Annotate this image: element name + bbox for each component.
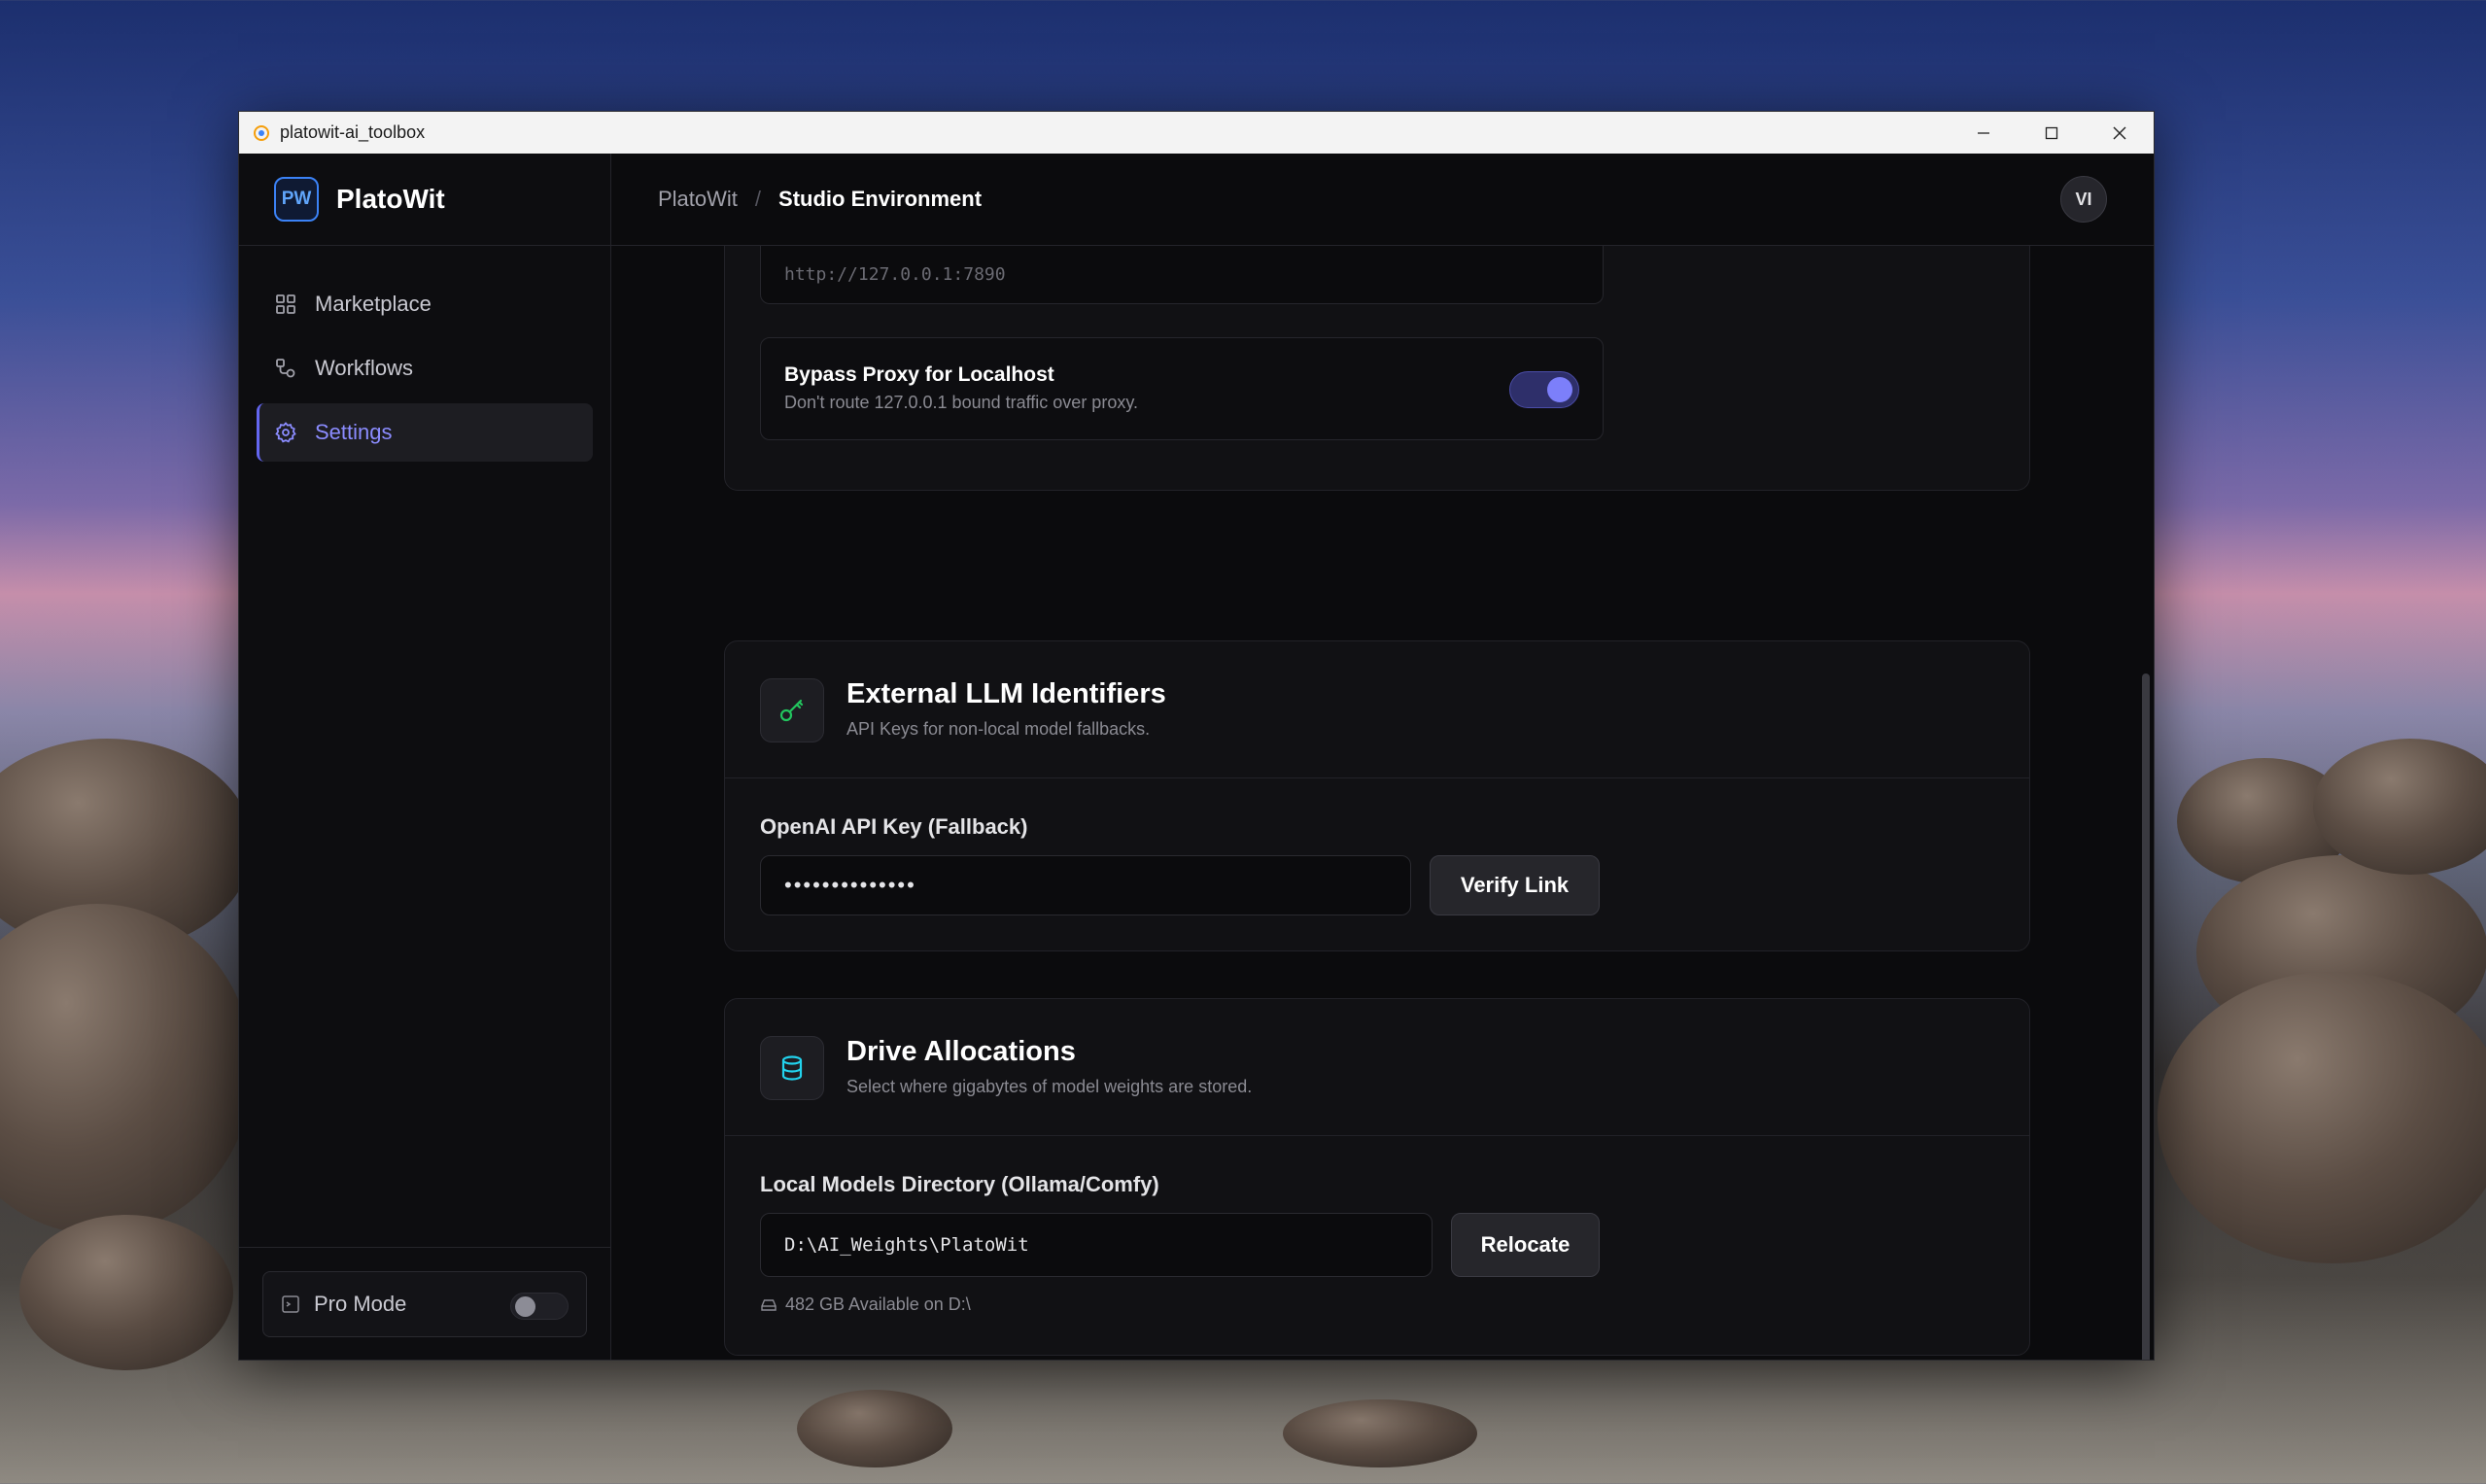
key-icon-box	[760, 678, 824, 742]
sidebar-item-settings[interactable]: Settings	[257, 403, 593, 462]
sidebar-item-workflows[interactable]: Workflows	[257, 339, 593, 397]
sidebar-item-label: Workflows	[315, 356, 414, 380]
verify-link-button[interactable]: Verify Link	[1430, 855, 1600, 915]
bypass-proxy-toggle[interactable]	[1509, 371, 1579, 408]
bypass-proxy-title: Bypass Proxy for Localhost	[784, 363, 1054, 386]
bypass-proxy-subtitle: Don't route 127.0.0.1 bound traffic over…	[784, 393, 1138, 412]
sidebar-footer: Pro Mode	[239, 1247, 610, 1360]
bypass-proxy-row: Bypass Proxy for Localhost Don't route 1…	[760, 337, 1604, 440]
toggle-knob	[515, 1296, 535, 1317]
available-space-text: 482 GB Available on D:\	[785, 1294, 971, 1314]
breadcrumb-separator: /	[754, 187, 762, 211]
sidebar-nav: Marketplace Workflows Settings	[239, 246, 610, 462]
brand: PW PlatoWit	[239, 154, 610, 246]
terminal-icon	[282, 1295, 299, 1313]
drive-card: Drive Allocations Select where gigabytes…	[724, 998, 2030, 1356]
proxy-card: http://127.0.0.1:7890 Bypass Proxy for L…	[724, 246, 2030, 491]
main-content: http://127.0.0.1:7890 Bypass Proxy for L…	[611, 246, 2154, 1360]
models-directory-input[interactable]: D:\AI_Weights\PlatoWit	[760, 1213, 1433, 1277]
maximize-icon	[2045, 126, 2058, 139]
models-directory-value: D:\AI_Weights\PlatoWit	[784, 1234, 1029, 1256]
brand-name: PlatoWit	[336, 184, 445, 214]
close-icon	[2113, 126, 2126, 139]
top-header: PlatoWit / Studio Environment VI	[611, 154, 2154, 246]
proxy-url-input[interactable]: http://127.0.0.1:7890	[760, 246, 1604, 304]
title-bar: platowit-ai_toolbox	[239, 112, 2154, 154]
api-key-masked-value: ••••••••••••••	[784, 873, 916, 897]
llm-card-subtitle: API Keys for non-local model fallbacks.	[846, 719, 1151, 739]
hard-drive-icon	[761, 1298, 777, 1311]
relocate-button[interactable]: Relocate	[1451, 1213, 1600, 1277]
sidebar-item-label: Marketplace	[315, 292, 432, 316]
scrollbar[interactable]	[2142, 673, 2150, 1360]
maximize-button[interactable]	[2018, 112, 2086, 154]
llm-card-header: External LLM Identifiers API Keys for no…	[725, 641, 2029, 778]
api-key-input[interactable]: ••••••••••••••	[760, 855, 1411, 915]
llm-card: External LLM Identifiers API Keys for no…	[724, 640, 2030, 951]
models-directory-label: Local Models Directory (Ollama/Comfy)	[760, 1172, 1159, 1196]
drive-card-title: Drive Allocations	[846, 1036, 1076, 1067]
database-icon	[781, 1055, 803, 1081]
pro-mode-box: Pro Mode	[262, 1271, 587, 1337]
close-button[interactable]	[2086, 112, 2154, 154]
drive-card-subtitle: Select where gigabytes of model weights …	[846, 1077, 1253, 1096]
sidebar-item-marketplace[interactable]: Marketplace	[257, 275, 593, 333]
workflow-icon	[276, 359, 295, 378]
window-title: platowit-ai_toolbox	[280, 122, 426, 142]
sidebar-item-label: Settings	[315, 420, 393, 444]
pro-mode-toggle[interactable]	[510, 1293, 569, 1320]
breadcrumb-current: Studio Environment	[778, 187, 983, 211]
database-icon-box	[760, 1036, 824, 1100]
key-icon	[779, 699, 804, 722]
app-window: platowit-ai_toolbox PW PlatoWit Marketpl…	[238, 111, 2155, 1361]
app-icon	[254, 124, 269, 141]
minimize-icon	[1978, 131, 1989, 134]
brand-logo: PW	[274, 177, 319, 222]
drive-card-header: Drive Allocations Select where gigabytes…	[725, 999, 2029, 1136]
available-space: 482 GB Available on D:\	[760, 1294, 971, 1315]
avatar[interactable]: VI	[2060, 176, 2107, 223]
toggle-knob	[1547, 377, 1572, 402]
breadcrumb-root[interactable]: PlatoWit	[658, 187, 738, 212]
sidebar: PW PlatoWit Marketplace Workflows Settin…	[239, 154, 611, 1360]
gear-icon	[275, 422, 296, 443]
api-key-label: OpenAI API Key (Fallback)	[760, 814, 1028, 839]
llm-card-title: External LLM Identifiers	[846, 678, 1166, 709]
minimize-button[interactable]	[1950, 112, 2018, 154]
grid-icon	[276, 294, 295, 314]
pro-mode-label: Pro Mode	[314, 1292, 407, 1316]
